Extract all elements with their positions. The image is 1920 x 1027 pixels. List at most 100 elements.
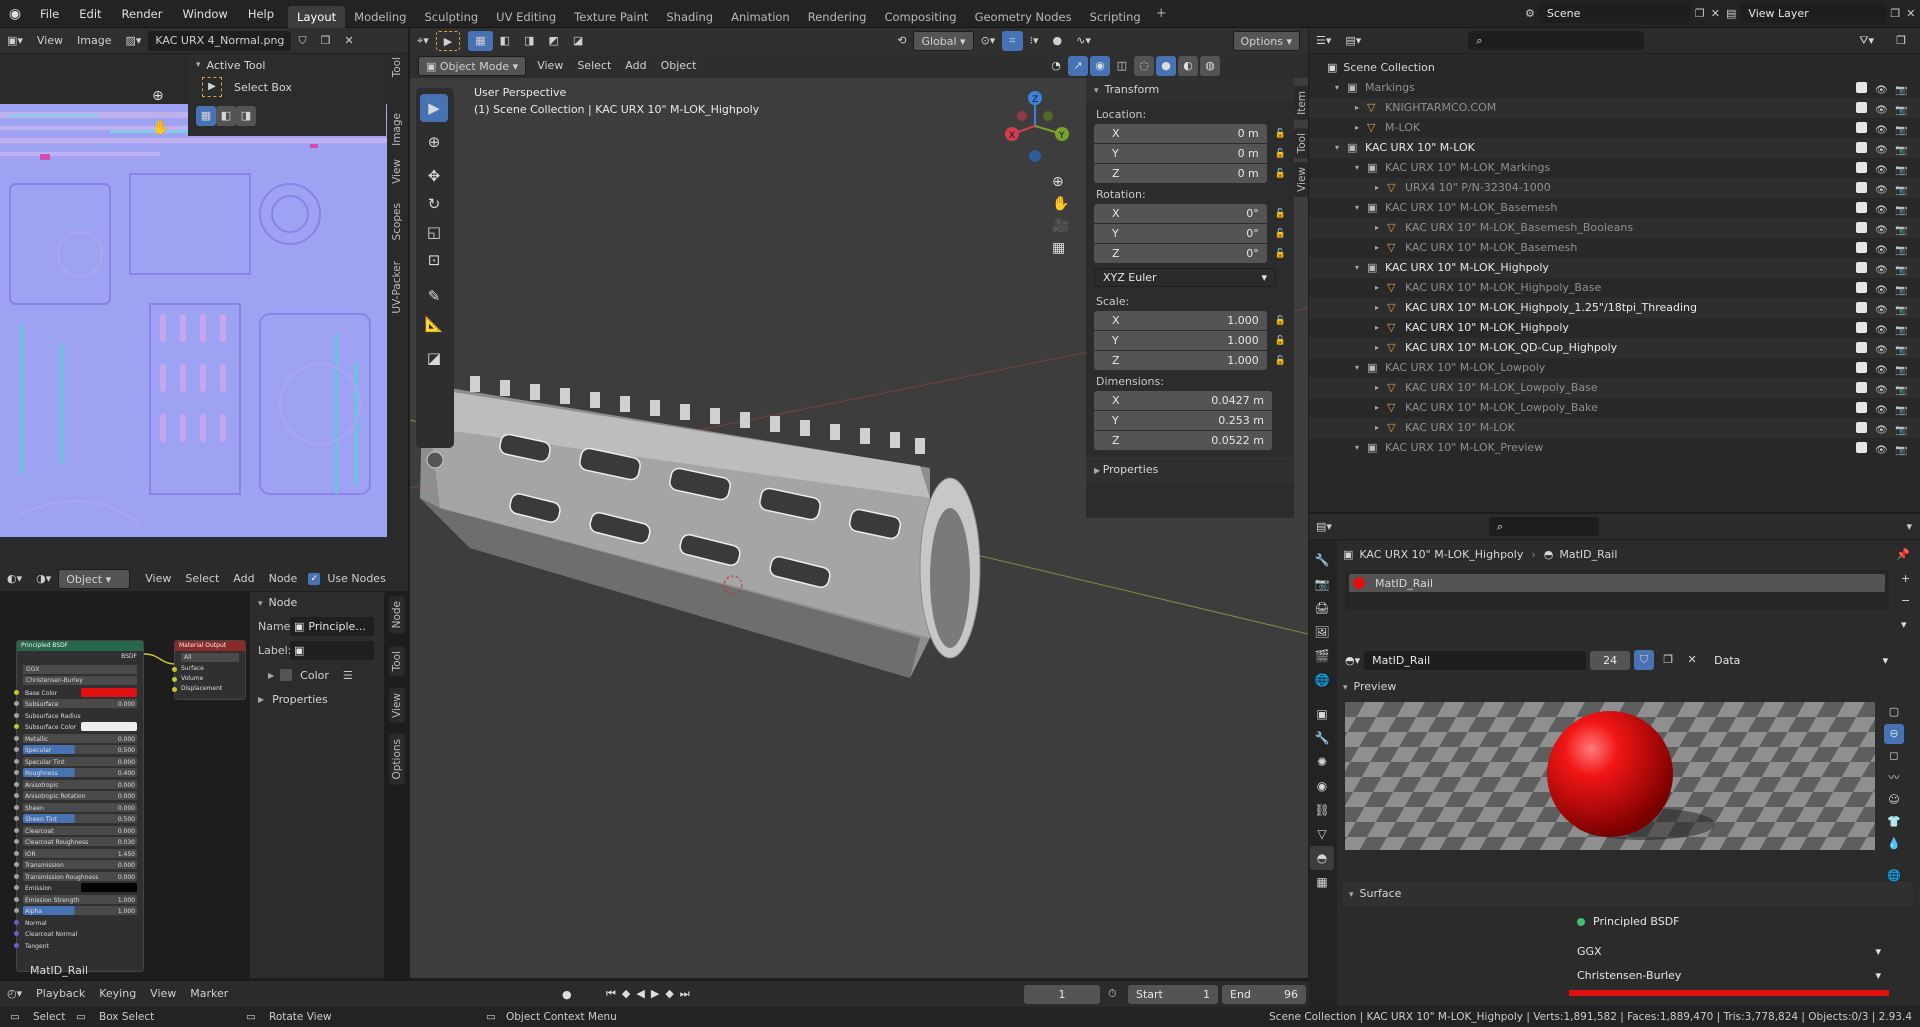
add-workspace-icon[interactable]: +	[1156, 6, 1167, 21]
image-tab-uvpacker[interactable]: UV-Packer	[389, 256, 405, 319]
input-socket[interactable]	[14, 747, 19, 752]
properties-tab-material-icon[interactable]: ◓	[1310, 846, 1334, 870]
record-icon[interactable]: ●	[562, 988, 572, 1001]
exclude-checkbox[interactable]	[1856, 282, 1867, 293]
zoom-icon[interactable]: ⊕	[152, 88, 164, 104]
mode-extend-icon[interactable]: ◧	[493, 31, 517, 51]
image-browse-icon[interactable]: ▨▾	[118, 31, 148, 51]
tab-workspace-uv-editing[interactable]: UV Editing	[487, 6, 565, 28]
tab-workspace-sculpting[interactable]: Sculpting	[415, 6, 487, 28]
blender-logo-icon[interactable]: ◉	[0, 6, 30, 22]
navigation-gizmo[interactable]: Z Y X	[1000, 86, 1070, 166]
rotation-x-field[interactable]: X 0°	[1094, 204, 1267, 223]
exclude-checkbox[interactable]	[1856, 442, 1867, 453]
input-socket[interactable]	[14, 712, 19, 718]
properties-tab-physics-icon[interactable]: ◉	[1310, 774, 1334, 798]
input-socket[interactable]	[14, 862, 19, 867]
output-input-row[interactable]: Displacement	[172, 684, 245, 694]
image-tab-scopes[interactable]: Scopes	[389, 198, 405, 246]
properties-tab-tool-icon[interactable]: 🔧	[1310, 548, 1334, 572]
scale-lock-icon[interactable]: 🔓	[1275, 356, 1286, 366]
scale-z-field[interactable]: Z 1.000	[1094, 351, 1267, 370]
outliner-row[interactable]: ▸ ▽ KAC URX 10" M-LOK_Highpoly_Base 👁 📷	[1309, 278, 1920, 298]
scale-y-field[interactable]: Y 1.000	[1094, 331, 1267, 350]
input-socket[interactable]	[14, 850, 19, 856]
viewport-menu-view[interactable]: View	[530, 56, 570, 76]
mode-intersect-icon[interactable]: ◪	[566, 31, 590, 51]
tab-workspace-scripting[interactable]: Scripting	[1081, 6, 1150, 28]
unlink-material-icon[interactable]: ✕	[1682, 650, 1702, 670]
input-socket[interactable]	[14, 804, 19, 810]
menu-view[interactable]: View	[30, 31, 70, 51]
input-socket[interactable]	[14, 896, 19, 902]
outliner-row[interactable]: ▸ ▽ KAC URX 10" M-LOK_Lowpoly_Base 👁 📷	[1309, 378, 1920, 398]
menu-render[interactable]: Render	[112, 0, 173, 28]
bsdf-sss-dropdown[interactable]: Christensen-Burley	[23, 675, 137, 685]
next-key-icon[interactable]: ◆	[665, 987, 673, 1001]
node-properties-label[interactable]: Properties	[272, 693, 328, 706]
outliner-row[interactable]: ▸ ▽ KAC URX 10" M-LOK_Basemesh 👁 📷	[1309, 238, 1920, 258]
camera-view-icon[interactable]: 🎥	[1052, 218, 1069, 234]
location-lock-icon[interactable]: 🔓	[1275, 149, 1286, 159]
exclude-checkbox[interactable]	[1856, 322, 1867, 333]
input-socket[interactable]	[14, 758, 19, 764]
falloff-icon[interactable]: ∿▾	[1069, 31, 1098, 51]
sidebar-tab-item[interactable]: Item	[1294, 86, 1308, 120]
outliner-row[interactable]: ▸ ▽ KNIGHTARMCO.COM 👁 📷	[1309, 98, 1920, 118]
orientation-dropdown[interactable]: Global ▾	[913, 31, 974, 51]
tab-workspace-modeling[interactable]: Modeling	[345, 6, 415, 28]
dimensions-x-field[interactable]: X 0.0427 m	[1094, 391, 1272, 410]
emission-swatch[interactable]	[81, 883, 137, 892]
tool-rotate-icon[interactable]: ↻	[420, 190, 448, 218]
expand-arrow-icon[interactable]: ▸	[1375, 278, 1379, 298]
tab-workspace-animation[interactable]: Animation	[722, 6, 799, 28]
material-slot-list[interactable]: MatID_Rail	[1345, 570, 1889, 610]
input-socket[interactable]	[14, 942, 19, 948]
editor-type-icon[interactable]: ▣▾	[0, 31, 30, 51]
bsdf-input-row[interactable]: Clearcoat Normal	[14, 928, 143, 940]
location-z-field[interactable]: Z 0 m	[1094, 164, 1267, 183]
exclude-checkbox[interactable]	[1856, 342, 1867, 353]
proportional-icon[interactable]: ●	[1046, 31, 1070, 51]
principled-bsdf-node[interactable]: Principled BSDF BSDF GGX Christensen-Bur…	[14, 640, 144, 972]
exclude-checkbox[interactable]	[1856, 182, 1867, 193]
pan-icon[interactable]: ✋	[152, 120, 169, 136]
expand-arrow-icon[interactable]: ▸	[1355, 98, 1359, 118]
preview-hair-icon[interactable]: 〰	[1884, 768, 1904, 788]
remove-slot-icon[interactable]: −	[1901, 594, 1910, 607]
surface-shader-field[interactable]: Principled BSDF	[1569, 912, 1889, 931]
output-input-row[interactable]: Surface	[172, 664, 245, 674]
object-mode-dropdown[interactable]: ▣ Object Mode ▾	[418, 56, 527, 76]
exclude-checkbox[interactable]	[1856, 222, 1867, 233]
outliner-row[interactable]: ▸ ▽ KAC URX 10" M-LOK 👁 📷	[1309, 418, 1920, 438]
material-slot-row[interactable]: MatID_Rail	[1349, 574, 1885, 592]
outliner-row[interactable]: ▾ ▣ KAC URX 10" M-LOK_Lowpoly 👁 📷	[1309, 358, 1920, 378]
viewport-type-icon[interactable]: ⌖▾	[410, 31, 436, 51]
input-socket[interactable]	[14, 770, 19, 775]
slot-specials-icon[interactable]: ▾	[1901, 618, 1907, 631]
input-socket[interactable]	[14, 827, 19, 833]
outliner-row[interactable]: ▾ ▣ KAC URX 10" M-LOK_Highpoly 👁 📷	[1309, 258, 1920, 278]
bsdf-dist-dropdown[interactable]: GGX	[23, 664, 137, 674]
properties-type-icon[interactable]: ▤▾	[1309, 517, 1339, 537]
outliner-row[interactable]: ▸ ▽ KAC URX 10" M-LOK_QD-Cup_Highpoly 👁 📷	[1309, 338, 1920, 358]
expand-arrow-icon[interactable]: ▸	[1375, 178, 1379, 198]
surface-section-label[interactable]: Surface	[1360, 887, 1402, 900]
tab-workspace-texture-paint[interactable]: Texture Paint	[565, 6, 657, 28]
timeline-type-icon[interactable]: ◴▾	[0, 984, 29, 1004]
mode-subtract-icon[interactable]: ◨	[517, 31, 541, 51]
preview-monkey-icon[interactable]: ☺	[1884, 790, 1904, 810]
material-users-field[interactable]: 24	[1590, 650, 1631, 670]
menu-help[interactable]: Help	[238, 0, 284, 28]
gizmo-toggle-icon[interactable]: ↗	[1068, 56, 1088, 76]
stopwatch-icon[interactable]: ⏱	[1108, 987, 1117, 1001]
expand-arrow-icon[interactable]: ▸	[1355, 118, 1359, 138]
properties-tab-view-layer-icon[interactable]: 🖼	[1310, 620, 1334, 644]
normal-map-image[interactable]	[0, 104, 387, 537]
material-output-node[interactable]: Material Output All Surface Volume Displac…	[172, 640, 246, 700]
browse-material-icon[interactable]: ◓▾	[1345, 654, 1360, 667]
mode-invert-icon[interactable]: ◩	[541, 31, 565, 51]
object-shader-dropdown[interactable]: Object ▾	[58, 568, 131, 589]
bsdf-input-row[interactable]: Anisotropic 0.000	[14, 779, 143, 791]
delete-scene-icon[interactable]: ✕	[1711, 7, 1720, 20]
